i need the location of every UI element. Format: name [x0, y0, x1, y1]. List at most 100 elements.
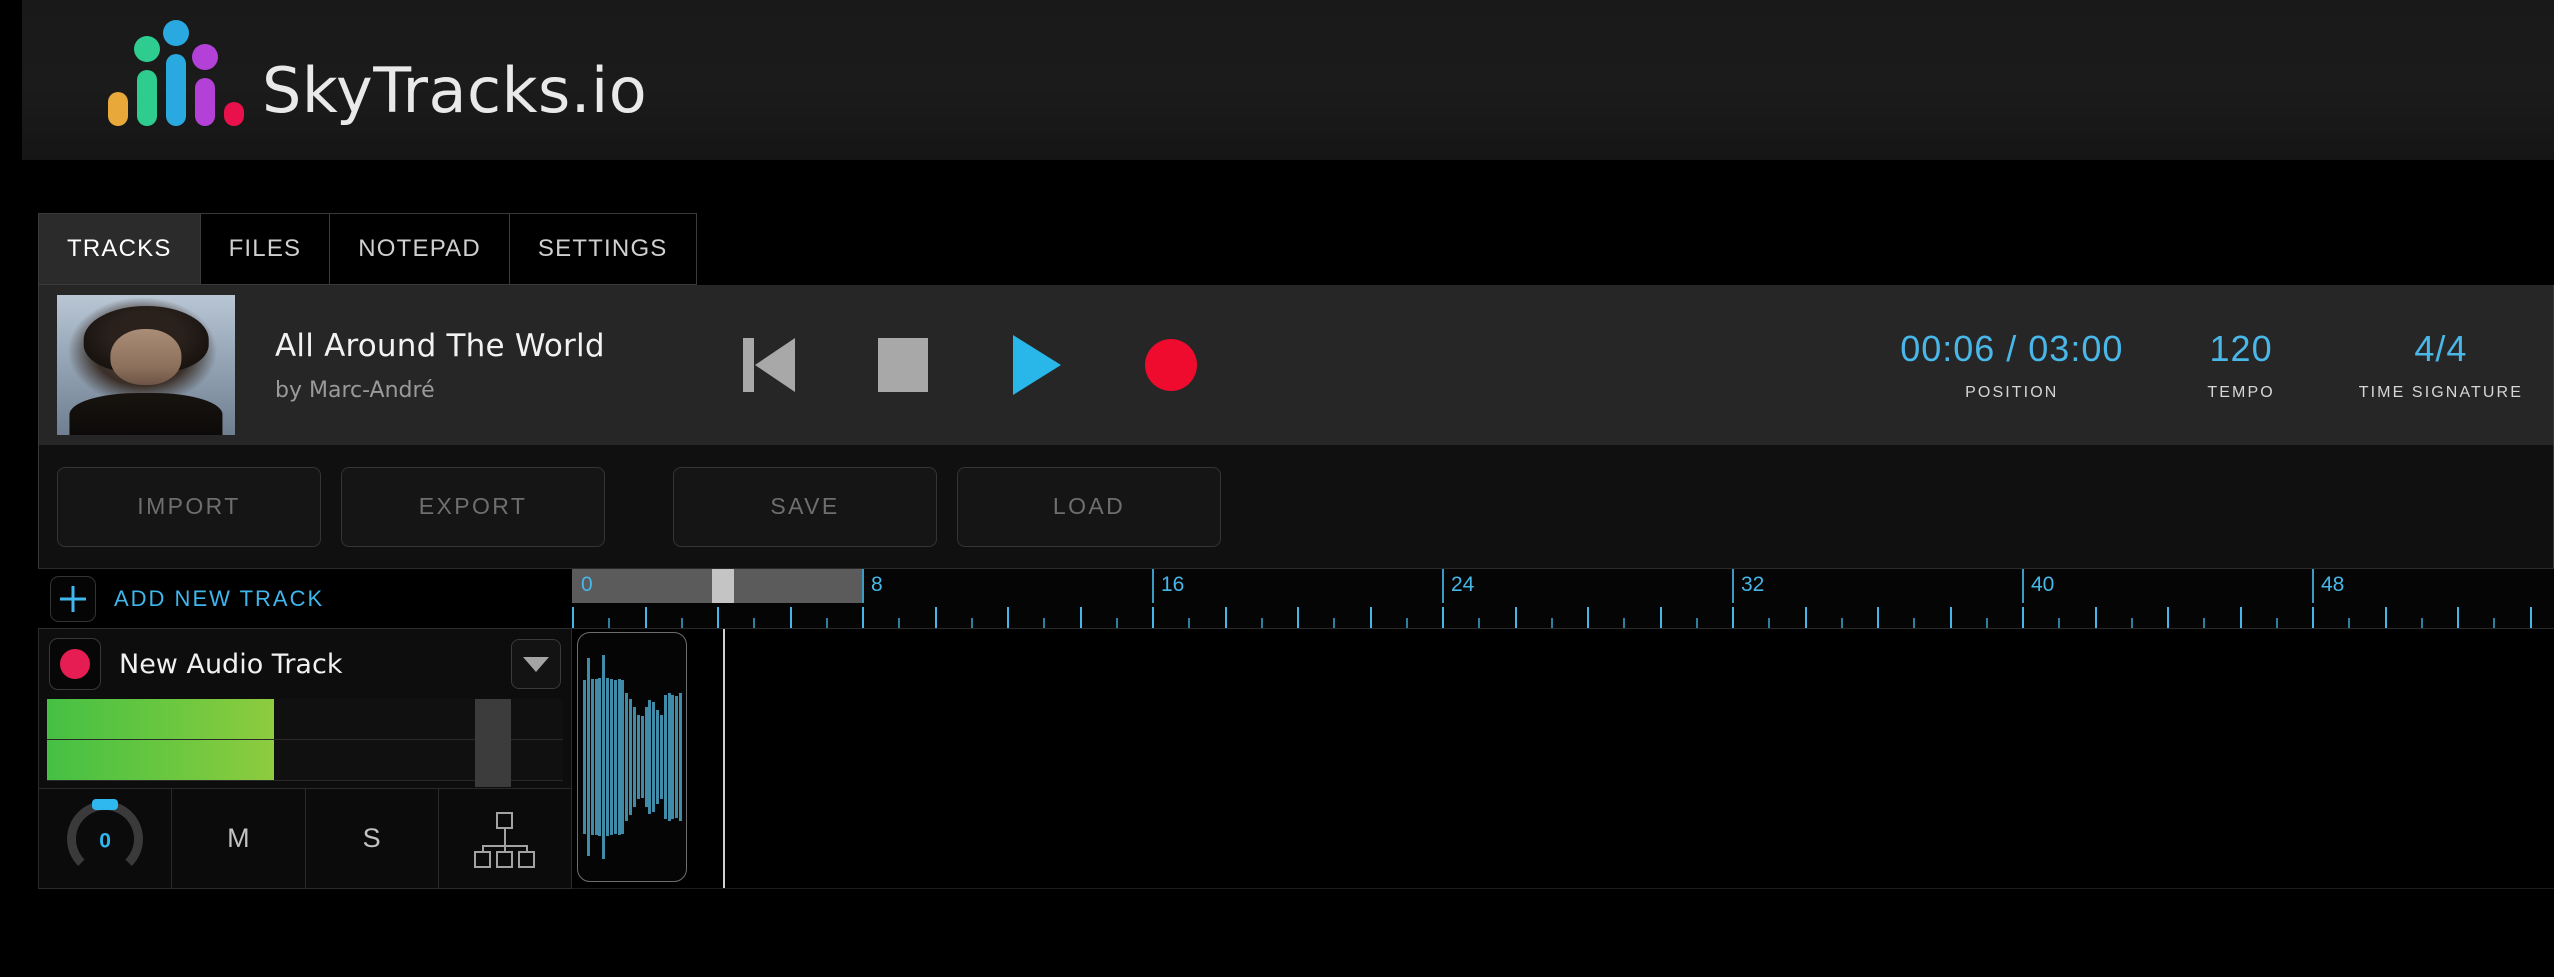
clip-waveform	[578, 633, 686, 881]
ruler-tick	[2239, 607, 2242, 629]
add-track-row[interactable]: ADD NEW TRACK	[38, 569, 572, 629]
ruler-tick	[2312, 607, 2314, 629]
ruler-tick	[934, 607, 937, 629]
ruler-tick	[1007, 607, 1009, 629]
waveform-bar	[609, 678, 613, 836]
brand-name: SkyTracks.io	[262, 54, 648, 127]
readout-label: TEMPO	[2207, 384, 2275, 401]
readout-value: 120	[2209, 328, 2273, 369]
track-header-panel: New Audio Track 0 M S	[38, 629, 572, 889]
track-area: ADD NEW TRACK 0 8 16 24 32 40 48 New Audio Tra…	[38, 569, 2554, 959]
skip-to-start-icon	[742, 338, 795, 392]
ruler-tick	[1442, 607, 1444, 629]
track-routing-button[interactable]	[438, 788, 571, 888]
tab-files[interactable]: FILES	[199, 213, 330, 285]
readout-position[interactable]: 00:06 / 03:00 POSITION	[1858, 328, 2165, 402]
file-action-bar: IMPORT EXPORT SAVE LOAD	[38, 445, 2554, 569]
pan-knob[interactable]: 0	[39, 788, 173, 888]
tab-settings[interactable]: SETTINGS	[508, 213, 697, 285]
ruler-tick	[1297, 607, 1299, 629]
readout-label: TIME SIGNATURE	[2358, 384, 2523, 401]
readout-value: 00:06 / 03:00	[1900, 328, 2124, 369]
ruler-tick	[1224, 607, 1227, 629]
ruler-ticks	[572, 603, 2554, 629]
pan-knob-icon: 0	[67, 798, 144, 877]
export-button[interactable]: EXPORT	[341, 466, 605, 547]
waveform-bar	[675, 696, 679, 818]
ruler-barline-16	[1152, 569, 1154, 603]
logo-bar-2	[163, 20, 189, 126]
waveform-bar	[602, 655, 606, 859]
load-button[interactable]: LOAD	[957, 466, 1221, 547]
waveform-bar	[652, 702, 656, 812]
play-button[interactable]	[970, 318, 1104, 412]
album-art-torso	[69, 393, 223, 435]
audio-clip[interactable]	[577, 632, 687, 882]
track-header-top: New Audio Track	[39, 629, 571, 699]
ruler-barline-48	[2312, 569, 2314, 603]
plus-icon[interactable]	[50, 575, 96, 622]
waveform-bar	[613, 680, 617, 834]
track-name[interactable]: New Audio Track	[119, 649, 511, 680]
song-artist: by Marc-André	[275, 377, 435, 403]
playhead[interactable]	[723, 629, 725, 889]
waveform-bar	[644, 707, 648, 807]
transport-bar: All Around The World by Marc-André 00:06…	[38, 285, 2554, 445]
now-playing-info: All Around The World by Marc-André	[275, 328, 605, 403]
ruler-tick	[1877, 607, 1879, 629]
track-meters	[39, 699, 571, 787]
track-options-dropdown[interactable]	[511, 639, 561, 689]
solo-button[interactable]: S	[305, 788, 439, 888]
album-art-face	[110, 328, 182, 385]
logo-bar-dot-3	[192, 44, 218, 70]
ruler-barline-40	[2022, 569, 2024, 603]
timeline-ruler[interactable]: 0 8 16 24 32 40 48	[572, 569, 2554, 629]
song-title: All Around The World	[275, 327, 605, 364]
skip-to-start-button[interactable]	[702, 318, 836, 412]
ruler-tick	[2529, 607, 2532, 629]
tab-notepad[interactable]: NOTEPAD	[329, 213, 509, 285]
chevron-down-icon	[523, 656, 549, 672]
transport-readouts: 00:06 / 03:00 POSITION 120 TEMPO 4/4 TIME SIG…	[1858, 328, 2553, 402]
mute-button[interactable]: M	[172, 788, 306, 888]
add-new-track-label: ADD NEW TRACK	[114, 585, 325, 611]
waveform-bar	[629, 698, 633, 816]
ruler-tick	[572, 607, 574, 629]
routing-icon	[473, 811, 536, 868]
ruler-playhead-handle[interactable]	[712, 569, 734, 603]
ruler-bar-label-16: 16	[1161, 573, 1185, 596]
waveform-bar	[621, 680, 625, 834]
app-root: SkyTracks.io TRACKS FILES NOTEPAD SETTINGS …	[0, 0, 2554, 977]
ruler-bar-label-24: 24	[1451, 573, 1475, 596]
import-button[interactable]: IMPORT	[57, 466, 321, 547]
record-button[interactable]	[1104, 318, 1238, 412]
track-record-arm-button[interactable]	[49, 638, 101, 690]
waveform-bar	[617, 678, 621, 836]
waveform-bar	[648, 699, 652, 815]
readout-tempo[interactable]: 120 TEMPO	[2165, 328, 2316, 402]
logo-bar-dot-2	[163, 20, 189, 46]
ruler-bar-label-40: 40	[2031, 573, 2055, 596]
pan-knob-value: 0	[99, 828, 111, 852]
waveform-bar	[583, 680, 586, 834]
level-meter-left-fill	[47, 699, 275, 739]
timeline-lane[interactable]	[572, 629, 2554, 889]
record-dot-icon	[60, 649, 90, 679]
transport-controls	[702, 318, 1238, 412]
tab-tracks[interactable]: TRACKS	[38, 213, 200, 285]
waveform-bar	[625, 692, 629, 822]
waveform-bar	[594, 678, 598, 836]
logo-bar-dot-1	[134, 36, 160, 62]
stop-button[interactable]	[836, 318, 970, 412]
save-button[interactable]: SAVE	[673, 466, 937, 547]
waveform-bar	[679, 692, 683, 822]
waveform-bar	[586, 657, 590, 857]
waveform-bar	[659, 714, 663, 800]
volume-fader-handle[interactable]	[475, 699, 512, 787]
waveform-bar	[606, 677, 610, 837]
ruler-tick	[1804, 607, 1807, 629]
waveform-bar	[640, 716, 644, 798]
readout-time-signature[interactable]: 4/4 TIME SIGNATURE	[2317, 328, 2553, 402]
track-controls: 0 M S	[39, 788, 571, 888]
ruler-barline-8	[862, 569, 864, 603]
